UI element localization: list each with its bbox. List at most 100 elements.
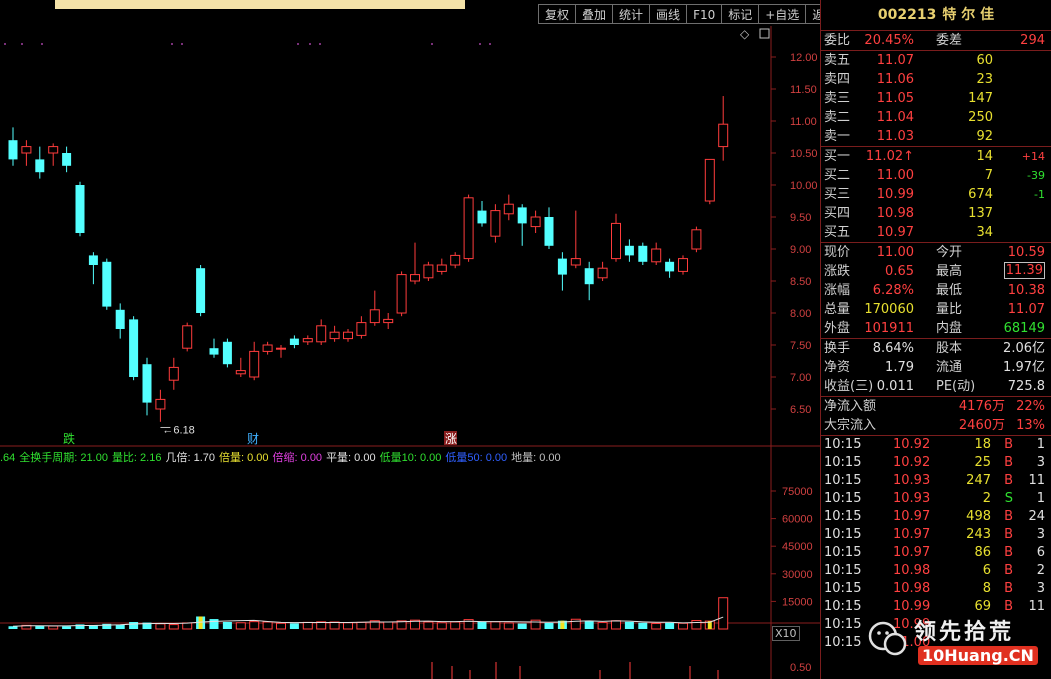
tick-row[interactable]: 10:15 10.92 25 B 3 xyxy=(821,454,1051,472)
ask-row[interactable]: 卖一 11.03 92 xyxy=(821,127,1051,146)
volume-bar[interactable] xyxy=(209,619,219,629)
volume-bar[interactable] xyxy=(436,622,447,630)
volume-bar[interactable] xyxy=(383,621,394,630)
volume-bar[interactable] xyxy=(289,623,299,629)
candle[interactable] xyxy=(704,158,715,205)
candle[interactable] xyxy=(611,213,621,262)
toolbar-button[interactable]: 标记 xyxy=(721,4,759,24)
volume-bar[interactable] xyxy=(517,623,527,629)
candle[interactable] xyxy=(477,201,487,227)
tick-row[interactable]: 10:15 10.97 243 B 3 xyxy=(821,526,1051,544)
tick-row[interactable]: 10:15 10.93 2 S 1 xyxy=(821,490,1051,508)
volume-bar[interactable] xyxy=(665,622,675,629)
candle[interactable] xyxy=(410,242,420,285)
candle[interactable] xyxy=(665,258,675,278)
tick-row[interactable]: 10:15 10.92 18 B 1 xyxy=(821,436,1051,454)
candle[interactable] xyxy=(624,239,634,262)
volume-bar[interactable] xyxy=(584,621,594,629)
candle[interactable] xyxy=(48,143,59,166)
candle[interactable] xyxy=(155,389,166,422)
candle[interactable] xyxy=(182,322,193,352)
candle[interactable] xyxy=(557,252,567,291)
kline-chart[interactable]: ◇ 12.00 11.50 11.00 10.50 10.00 9.50 9.00 8.50 8.… xyxy=(0,26,820,679)
volume-bar[interactable] xyxy=(450,621,461,630)
ask-row[interactable]: 卖三 11.05 147 xyxy=(821,89,1051,108)
volume-bar[interactable] xyxy=(718,597,729,630)
tick-row[interactable]: 10:15 10.97 86 B 6 xyxy=(821,544,1051,562)
ask-row[interactable]: 卖五 11.07 60 xyxy=(821,51,1051,70)
toolbar-button[interactable]: 复权 xyxy=(538,4,576,24)
toolbar-button[interactable]: F10 xyxy=(686,4,722,24)
candle[interactable] xyxy=(570,210,581,269)
diamond-icon[interactable]: ◇ xyxy=(740,27,750,41)
candle[interactable] xyxy=(289,335,299,349)
candle[interactable] xyxy=(584,261,594,301)
candle[interactable] xyxy=(678,255,688,275)
candle[interactable] xyxy=(638,242,648,265)
bid-row[interactable]: 买一 11.02↑ 14 +14 xyxy=(821,147,1051,166)
tick-row[interactable]: 10:15 10.98 6 B 2 xyxy=(821,562,1051,580)
ask-row[interactable]: 卖二 11.04 250 xyxy=(821,108,1051,127)
candle[interactable] xyxy=(142,357,152,416)
volume-bar[interactable] xyxy=(155,623,166,630)
volume-bar[interactable] xyxy=(182,622,193,630)
option-box-icon[interactable] xyxy=(759,28,770,39)
volume-bar[interactable] xyxy=(249,621,260,630)
volume-bar[interactable] xyxy=(356,621,367,630)
candle[interactable] xyxy=(276,345,286,358)
volume-bar[interactable] xyxy=(129,622,139,629)
event-zhang-marker[interactable]: 涨 xyxy=(445,431,457,446)
volume-bar[interactable] xyxy=(503,622,514,630)
toolbar-button[interactable]: 叠加 xyxy=(575,4,613,24)
volume-bar[interactable] xyxy=(624,621,634,629)
candle[interactable] xyxy=(691,226,702,253)
candle[interactable] xyxy=(168,357,179,390)
toolbar-button[interactable]: 统计 xyxy=(612,4,650,24)
candle[interactable] xyxy=(463,194,474,262)
volume-bar[interactable] xyxy=(423,621,434,630)
candle[interactable] xyxy=(436,258,447,275)
event-cai-marker[interactable]: 财 xyxy=(247,432,259,446)
volume-bar[interactable] xyxy=(678,622,688,630)
volume-bar[interactable] xyxy=(262,621,273,630)
volume-bar[interactable] xyxy=(651,622,662,630)
candle[interactable] xyxy=(222,338,232,368)
candle[interactable] xyxy=(102,258,112,310)
candle[interactable] xyxy=(490,204,501,243)
tick-row[interactable]: 10:15 10.97 498 B 24 xyxy=(821,508,1051,526)
volume-bar[interactable] xyxy=(222,622,232,629)
volume-bar[interactable] xyxy=(343,622,353,630)
tick-row[interactable]: 10:15 10.98 8 B 3 xyxy=(821,580,1051,598)
candle[interactable] xyxy=(62,146,72,173)
bid-row[interactable]: 买二 11.00 7 -39 xyxy=(821,166,1051,185)
volume-bar[interactable] xyxy=(302,621,313,630)
volume-bar[interactable] xyxy=(62,626,72,629)
volume-bar[interactable] xyxy=(477,621,487,629)
candle[interactable] xyxy=(115,303,125,339)
tick-row[interactable]: 10:15 10.93 247 B 11 xyxy=(821,472,1051,490)
candle[interactable] xyxy=(517,204,527,246)
volume-bar[interactable] xyxy=(638,622,648,629)
candle[interactable] xyxy=(75,181,85,237)
candle[interactable] xyxy=(356,316,367,339)
toolbar-button[interactable]: 画线 xyxy=(649,4,687,24)
candle[interactable] xyxy=(329,325,340,342)
candle[interactable] xyxy=(544,207,554,249)
volume-bar[interactable] xyxy=(276,622,286,630)
candle[interactable] xyxy=(383,313,394,329)
volume-bar[interactable] xyxy=(235,622,246,630)
bid-row[interactable]: 买四 10.98 137 xyxy=(821,204,1051,223)
candle[interactable] xyxy=(88,252,98,285)
candle[interactable] xyxy=(396,271,407,317)
volume-bar[interactable] xyxy=(611,620,621,630)
candle[interactable] xyxy=(718,96,729,161)
candle[interactable] xyxy=(302,335,313,345)
candle[interactable] xyxy=(35,146,45,179)
volume-bar[interactable] xyxy=(168,624,179,630)
ask-row[interactable]: 卖四 11.06 23 xyxy=(821,70,1051,89)
volume-bar[interactable] xyxy=(48,625,59,630)
candle[interactable] xyxy=(503,194,514,221)
volume-bar[interactable] xyxy=(597,622,608,630)
bid-row[interactable]: 买五 10.97 34 xyxy=(821,223,1051,242)
candle[interactable] xyxy=(530,210,541,233)
